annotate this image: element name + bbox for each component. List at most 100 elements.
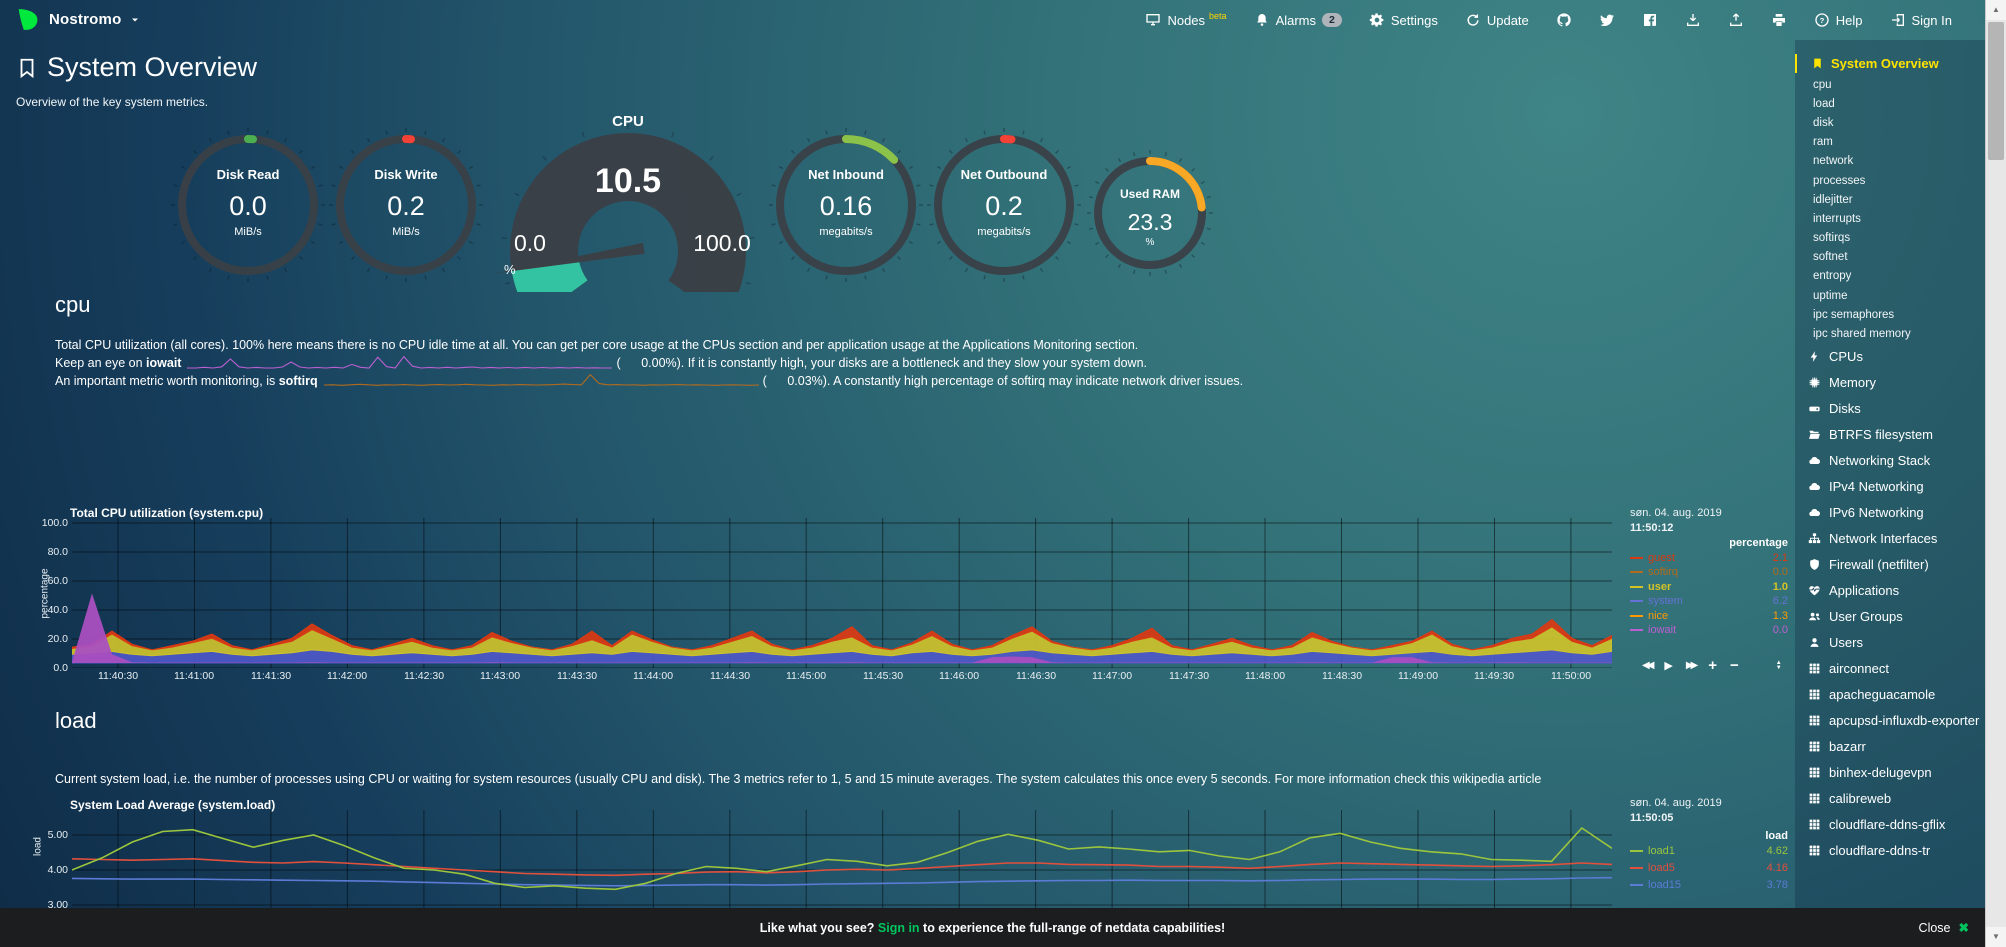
nav-settings[interactable]: Settings	[1369, 12, 1438, 28]
chip-icon	[1808, 376, 1821, 389]
resize-handle[interactable]: ▲▼	[1776, 661, 1782, 671]
sidebar-subitem-idlejitter[interactable]: idlejitter	[1795, 190, 1985, 209]
legend-units-header: load	[1630, 830, 1788, 842]
legend-load15[interactable]: load15 3.78	[1630, 879, 1788, 891]
sidebar-item-binhex-delugevpn[interactable]: binhex-delugevpn	[1795, 760, 1985, 786]
sidebar-subitem-interrupts[interactable]: interrupts	[1795, 209, 1985, 228]
sidebar-label: Users	[1829, 635, 1863, 651]
load-description: Current system load, i.e. the number of …	[55, 772, 1541, 786]
nav-nodes[interactable]: Nodesbeta	[1145, 12, 1226, 28]
sidebar-item-ipv4-networking[interactable]: IPv4 Networking	[1795, 474, 1985, 500]
legend-guest[interactable]: guest 2.1	[1630, 552, 1788, 564]
zoom-out-button[interactable]: −	[1730, 661, 1739, 671]
sidebar-item-networking-stack[interactable]: Networking Stack	[1795, 448, 1985, 474]
scroll-down-arrow-icon[interactable]: ▼	[1986, 927, 2006, 947]
legend-dash-icon	[1630, 629, 1643, 631]
net-outbound-gauge-chart[interactable]: Net Outbound0.2megabits/s	[924, 125, 1084, 285]
legend-nice[interactable]: nice 1.3	[1630, 610, 1788, 622]
sidebar-subitem-cpu[interactable]: cpu	[1795, 75, 1985, 94]
nav-signin[interactable]: Sign In	[1890, 12, 1952, 28]
cpu-utilization-chart[interactable]	[72, 518, 1612, 668]
legend-softirq[interactable]: softirq 0.0	[1630, 566, 1788, 578]
legend-name: guest	[1648, 552, 1675, 564]
legend-name: system	[1648, 595, 1683, 607]
sidebar-item-cloudflare-ddns-gflix[interactable]: cloudflare-ddns-gflix	[1795, 812, 1985, 838]
zoom-in-button[interactable]: +	[1708, 661, 1717, 671]
sidebar-item-firewall-netfilter-[interactable]: Firewall (netfilter)	[1795, 552, 1985, 578]
nav-export[interactable]	[1685, 12, 1701, 28]
legend-load1[interactable]: load1 4.62	[1630, 845, 1788, 857]
sidebar-item-memory[interactable]: Memory	[1795, 370, 1985, 396]
sidebar-item-cpus[interactable]: CPUs	[1795, 344, 1985, 370]
disk-write-gauge-chart[interactable]: Disk Write0.2MiB/s	[326, 125, 486, 285]
sidebar-subitem-ram[interactable]: ram	[1795, 133, 1985, 152]
sidebar-item-ipv6-networking[interactable]: IPv6 Networking	[1795, 500, 1985, 526]
disk-read-unit: MiB/s	[168, 226, 328, 238]
used-ram-value: 23.3	[1070, 209, 1230, 236]
disk-read-gauge-chart[interactable]: Disk Read0.0MiB/s	[168, 125, 328, 285]
sidebar-subitem-load[interactable]: load	[1795, 94, 1985, 113]
grid-icon	[1808, 818, 1821, 831]
nav-nodes-label: Nodes	[1167, 13, 1205, 28]
sidebar-label: Memory	[1829, 375, 1876, 391]
iowait-text-prefix: Keep an eye on	[55, 356, 146, 370]
sidebar-label: Network Interfaces	[1829, 531, 1937, 547]
brand[interactable]: Nostromo	[14, 6, 141, 33]
close-icon[interactable]: ✖	[1959, 920, 1969, 935]
sidebar-item-network-interfaces[interactable]: Network Interfaces	[1795, 526, 1985, 552]
sidebar-subitem-entropy[interactable]: entropy	[1795, 267, 1985, 286]
sidebar-subitem-softnet[interactable]: softnet	[1795, 248, 1985, 267]
system-load-chart[interactable]	[72, 810, 1612, 908]
legend-iowait[interactable]: iowait 0.0	[1630, 624, 1788, 636]
sidebar-subitem-softirqs[interactable]: softirqs	[1795, 229, 1985, 248]
update-icon	[1465, 12, 1481, 28]
sidebar-item-apcupsd-influxdb-exporter[interactable]: apcupsd-influxdb-exporter	[1795, 708, 1985, 734]
sidebar-subitem-uptime[interactable]: uptime	[1795, 286, 1985, 305]
nav-github[interactable]	[1556, 12, 1572, 28]
nav-help[interactable]: ?Help	[1814, 12, 1863, 28]
close-label[interactable]: Close	[1919, 921, 1951, 935]
sidebar-item-calibreweb[interactable]: calibreweb	[1795, 786, 1985, 812]
cpu-gauge-unit: %	[504, 262, 516, 277]
sidebar-subitem-processes[interactable]: processes	[1795, 171, 1985, 190]
sidebar-item-user-groups[interactable]: User Groups	[1795, 604, 1985, 630]
sidebar-item-btrfs-filesystem[interactable]: BTRFS filesystem	[1795, 422, 1985, 448]
promo-close: Close ✖	[1919, 920, 1969, 935]
net-inbound-gauge-chart[interactable]: Net Inbound0.16megabits/s	[766, 125, 926, 285]
sidebar-item-cloudflare-ddns-tr[interactable]: cloudflare-ddns-tr	[1795, 838, 1985, 864]
sidebar-item-system-overview[interactable]: System Overview	[1795, 52, 1985, 75]
iowait-sparkline-chart[interactable]	[187, 356, 612, 369]
legend-system[interactable]: system 6.2	[1630, 595, 1788, 607]
legend-load5[interactable]: load5 4.16	[1630, 862, 1788, 874]
legend-user[interactable]: user 1.0	[1630, 581, 1788, 593]
nav-update[interactable]: Update	[1465, 12, 1529, 28]
nav-print[interactable]	[1771, 12, 1787, 28]
skip-back-button[interactable]: ◀◀	[1642, 661, 1651, 671]
sidebar-item-applications[interactable]: Applications	[1795, 578, 1985, 604]
sidebar-item-airconnect[interactable]: airconnect	[1795, 656, 1985, 682]
net-inbound-value: 0.16	[766, 191, 926, 222]
used-ram-gauge-chart[interactable]: Used RAM23.3%	[1070, 133, 1230, 293]
play-button[interactable]: ▶	[1664, 661, 1672, 671]
scrollbar-thumb[interactable]	[1988, 22, 2004, 160]
sidebar-item-users[interactable]: Users	[1795, 630, 1985, 656]
sidebar-subitem-disk[interactable]: disk	[1795, 113, 1985, 132]
scroll-up-arrow-icon[interactable]: ▲	[1986, 0, 2006, 20]
softirq-sparkline-chart[interactable]	[324, 374, 759, 387]
scrollbar[interactable]: ▲ ▼	[1985, 0, 2006, 947]
nav-import[interactable]	[1728, 12, 1744, 28]
nav-facebook[interactable]	[1642, 12, 1658, 28]
sidebar-subitem-ipc-semaphores[interactable]: ipc semaphores	[1795, 305, 1985, 324]
legend-value: 4.16	[1767, 862, 1788, 874]
monitor-icon	[1145, 12, 1161, 28]
sidebar-item-disks[interactable]: Disks	[1795, 396, 1985, 422]
cpu-gauge-chart[interactable]: CPU 10.5 0.0 100.0 %	[488, 110, 768, 292]
skip-forward-button[interactable]: ▶▶	[1686, 661, 1695, 671]
sidebar-item-apacheguacamole[interactable]: apacheguacamole	[1795, 682, 1985, 708]
sidebar-subitem-ipc-shared-memory[interactable]: ipc shared memory	[1795, 324, 1985, 343]
sidebar-subitem-network[interactable]: network	[1795, 152, 1985, 171]
nav-twitter[interactable]	[1599, 12, 1615, 28]
nav-alarms[interactable]: Alarms2	[1254, 12, 1342, 28]
sidebar-item-bazarr[interactable]: bazarr	[1795, 734, 1985, 760]
sign-in-link[interactable]: Sign in	[878, 921, 920, 935]
